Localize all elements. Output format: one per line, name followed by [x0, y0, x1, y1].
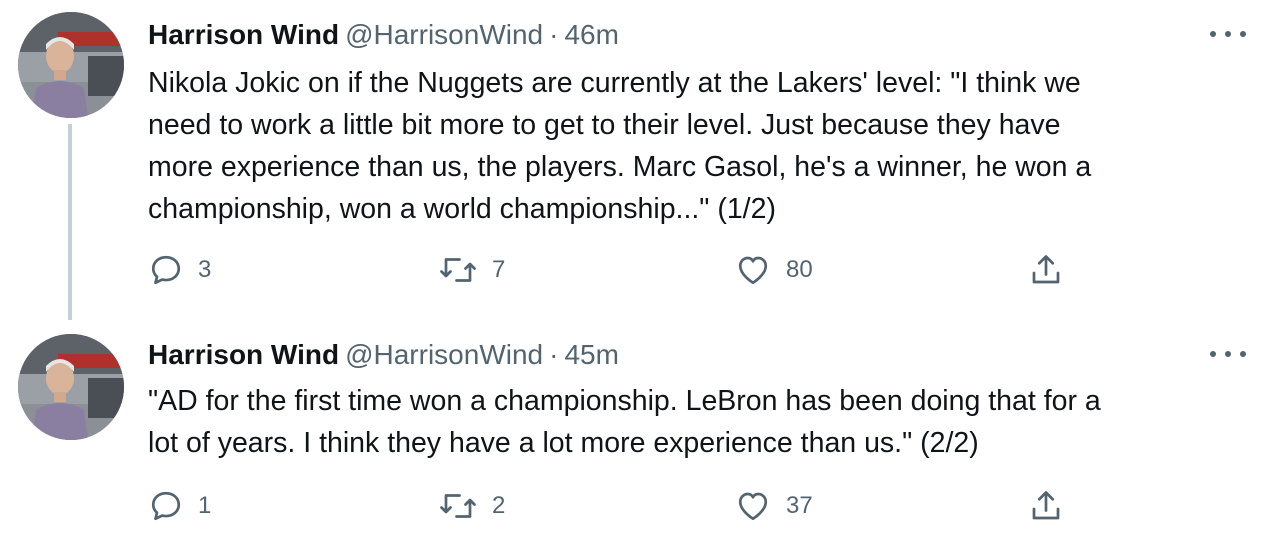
share-icon	[1032, 491, 1060, 520]
retweet-button[interactable]: 2	[438, 484, 505, 528]
retweet-count: 7	[492, 256, 506, 283]
share-button[interactable]	[1028, 248, 1064, 292]
like-button[interactable]: 37	[734, 484, 813, 528]
tweet[interactable]: Harrison Wind @HarrisonWind · 45m "AD for t…	[0, 320, 1282, 534]
tweet-header: Harrison Wind @HarrisonWind · 45m	[148, 336, 619, 374]
like-button[interactable]: 80	[734, 248, 813, 292]
like-count: 80	[786, 256, 813, 283]
retweet-count: 2	[492, 492, 506, 519]
author-name[interactable]: Harrison Wind	[148, 339, 339, 370]
tweet-actions: 3 7 80	[148, 248, 1248, 292]
reply-count: 3	[198, 256, 212, 283]
author-handle[interactable]: @HarrisonWind	[345, 339, 543, 370]
reply-count: 1	[198, 492, 212, 519]
reply-button[interactable]: 3	[148, 248, 211, 292]
share-button[interactable]	[1028, 484, 1064, 528]
author-name[interactable]: Harrison Wind	[148, 19, 339, 50]
author-handle[interactable]: @HarrisonWind	[345, 19, 543, 50]
avatar[interactable]	[18, 12, 124, 118]
reply-button[interactable]: 1	[148, 484, 211, 528]
retweet-icon	[440, 258, 476, 282]
reply-icon	[151, 255, 181, 285]
more-options-icon[interactable]	[1210, 342, 1246, 366]
reply-icon	[151, 491, 181, 521]
avatar-photo	[18, 12, 124, 118]
tweet-actions: 1 2 37	[148, 484, 1248, 528]
share-icon	[1032, 255, 1060, 284]
heart-icon	[738, 256, 768, 285]
retweet-button[interactable]: 7	[438, 248, 505, 292]
tweet[interactable]: Harrison Wind @HarrisonWind · 46m Nikola Jo…	[0, 0, 1282, 320]
separator-dot: ·	[549, 19, 559, 50]
avatar[interactable]	[18, 334, 124, 440]
tweet-header: Harrison Wind @HarrisonWind · 46m	[148, 16, 619, 54]
more-options-icon[interactable]	[1210, 22, 1246, 46]
timestamp[interactable]: 46m	[564, 19, 618, 50]
timestamp[interactable]: 45m	[564, 339, 618, 370]
like-count: 37	[786, 492, 813, 519]
avatar-photo	[18, 334, 124, 440]
retweet-icon	[440, 494, 476, 518]
separator-dot: ·	[549, 339, 559, 370]
thread-connector-line	[68, 124, 72, 320]
tweet-text: Nikola Jokic on if the Nuggets are curre…	[148, 67, 1092, 225]
tweet-text: "AD for the first time won a championshi…	[148, 385, 1101, 459]
heart-icon	[738, 492, 768, 521]
